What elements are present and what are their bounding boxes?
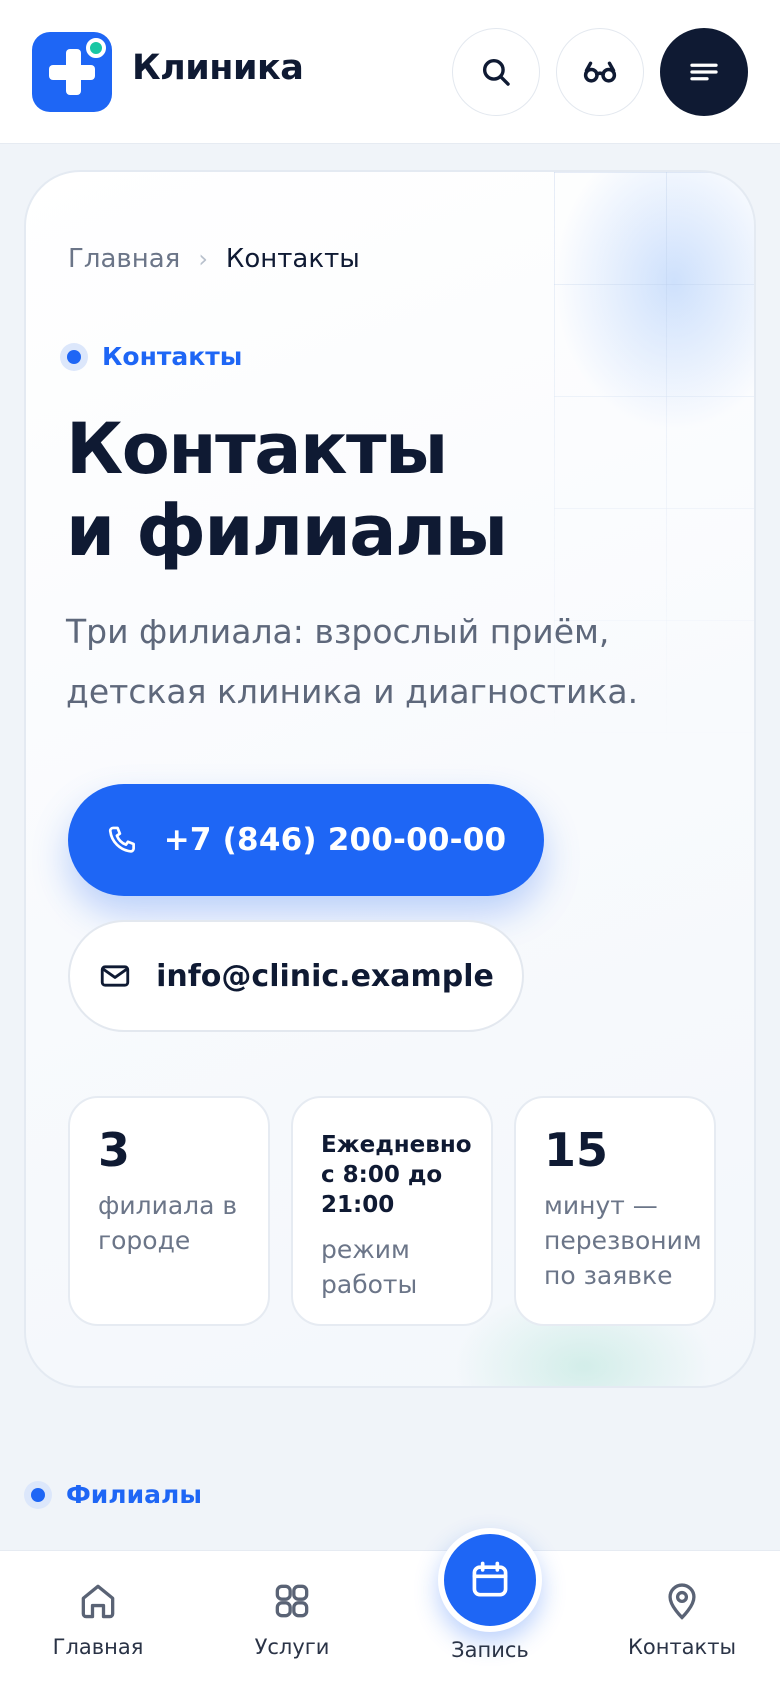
page-lead: Три филиала: взрослый приём, детская кли…: [66, 612, 639, 711]
tag-dot-icon: [24, 1480, 52, 1509]
stat-card-branches: 3 филиала в городе: [68, 1096, 270, 1326]
section-tag: Контакты: [60, 342, 242, 371]
menu-button[interactable]: [660, 28, 748, 116]
menu-icon: [690, 63, 718, 81]
logo-plus-horizontal: [49, 65, 95, 80]
page-title-line: Контакты: [66, 408, 448, 490]
contacts-hero-card: Главная › Контакты Контакты Контакты и ф…: [24, 170, 756, 1388]
calendar-icon: [472, 1561, 508, 1597]
stat-label: режим работы: [321, 1235, 418, 1299]
stat-label: минут — перезвоним по заявке: [544, 1191, 702, 1290]
branches-section-label: Филиалы: [66, 1480, 202, 1509]
map-pin-icon: [668, 1583, 696, 1620]
breadcrumb-home-link[interactable]: Главная: [68, 244, 180, 274]
brand-name[interactable]: Клиника: [132, 48, 304, 88]
booking-fab-label[interactable]: Запись: [400, 1638, 580, 1662]
nav-label: Контакты: [627, 1635, 737, 1659]
bottom-nav: Главная Услуги Контакты: [0, 1550, 780, 1688]
nav-item-home[interactable]: Главная: [8, 1579, 188, 1659]
phone-number: +7 (846) 200-00-00: [163, 822, 507, 858]
stat-card-callback: 15 минут — перезвоним по заявке: [514, 1096, 716, 1326]
stat-value: 15: [544, 1123, 609, 1177]
app-header: Клиника: [0, 0, 780, 144]
page-title-line: и филиалы: [66, 490, 508, 572]
breadcrumb-current: Контакты: [225, 244, 360, 274]
clinic-logo[interactable]: [32, 32, 112, 112]
stat-card-hours: Ежедневно с 8:00 до 21:00 режим работы: [291, 1096, 493, 1326]
nav-item-services[interactable]: Услуги: [202, 1579, 382, 1659]
breadcrumb: Главная › Контакты: [68, 244, 360, 274]
booking-fab-button[interactable]: [438, 1528, 542, 1632]
stats-row: 3 филиала в городе Ежедневно с 8:00 до 2…: [68, 1096, 716, 1326]
breadcrumb-separator-icon: ›: [198, 245, 208, 273]
page-title: Контакты и филиалы: [66, 408, 508, 572]
phone-icon: [108, 826, 135, 853]
stat-value: 3: [98, 1123, 131, 1177]
email-address: info@clinic.example: [156, 958, 494, 994]
accessibility-button[interactable]: [556, 28, 644, 116]
grid-icon: [275, 1584, 309, 1618]
search-button[interactable]: [452, 28, 540, 116]
logo-dot: [86, 38, 106, 58]
nav-label: Услуги: [254, 1635, 330, 1659]
branches-section-tag: Филиалы: [24, 1480, 202, 1509]
stat-value: Ежедневно с 8:00 до 21:00: [321, 1132, 472, 1218]
page: Клиника Главная › Контакты Контакты Конт…: [0, 0, 780, 1688]
mail-icon: [100, 965, 130, 987]
glasses-icon: [583, 61, 617, 83]
search-icon: [482, 58, 510, 86]
email-button[interactable]: info@clinic.example: [68, 920, 524, 1032]
call-phone-button[interactable]: +7 (846) 200-00-00: [68, 784, 544, 896]
home-icon: [81, 1584, 115, 1619]
tag-dot-icon: [60, 342, 88, 371]
section-tag-label: Контакты: [102, 342, 243, 371]
nav-label: Главная: [52, 1635, 144, 1659]
stat-label: филиала в городе: [98, 1191, 238, 1255]
nav-item-contacts[interactable]: Контакты: [592, 1579, 772, 1659]
